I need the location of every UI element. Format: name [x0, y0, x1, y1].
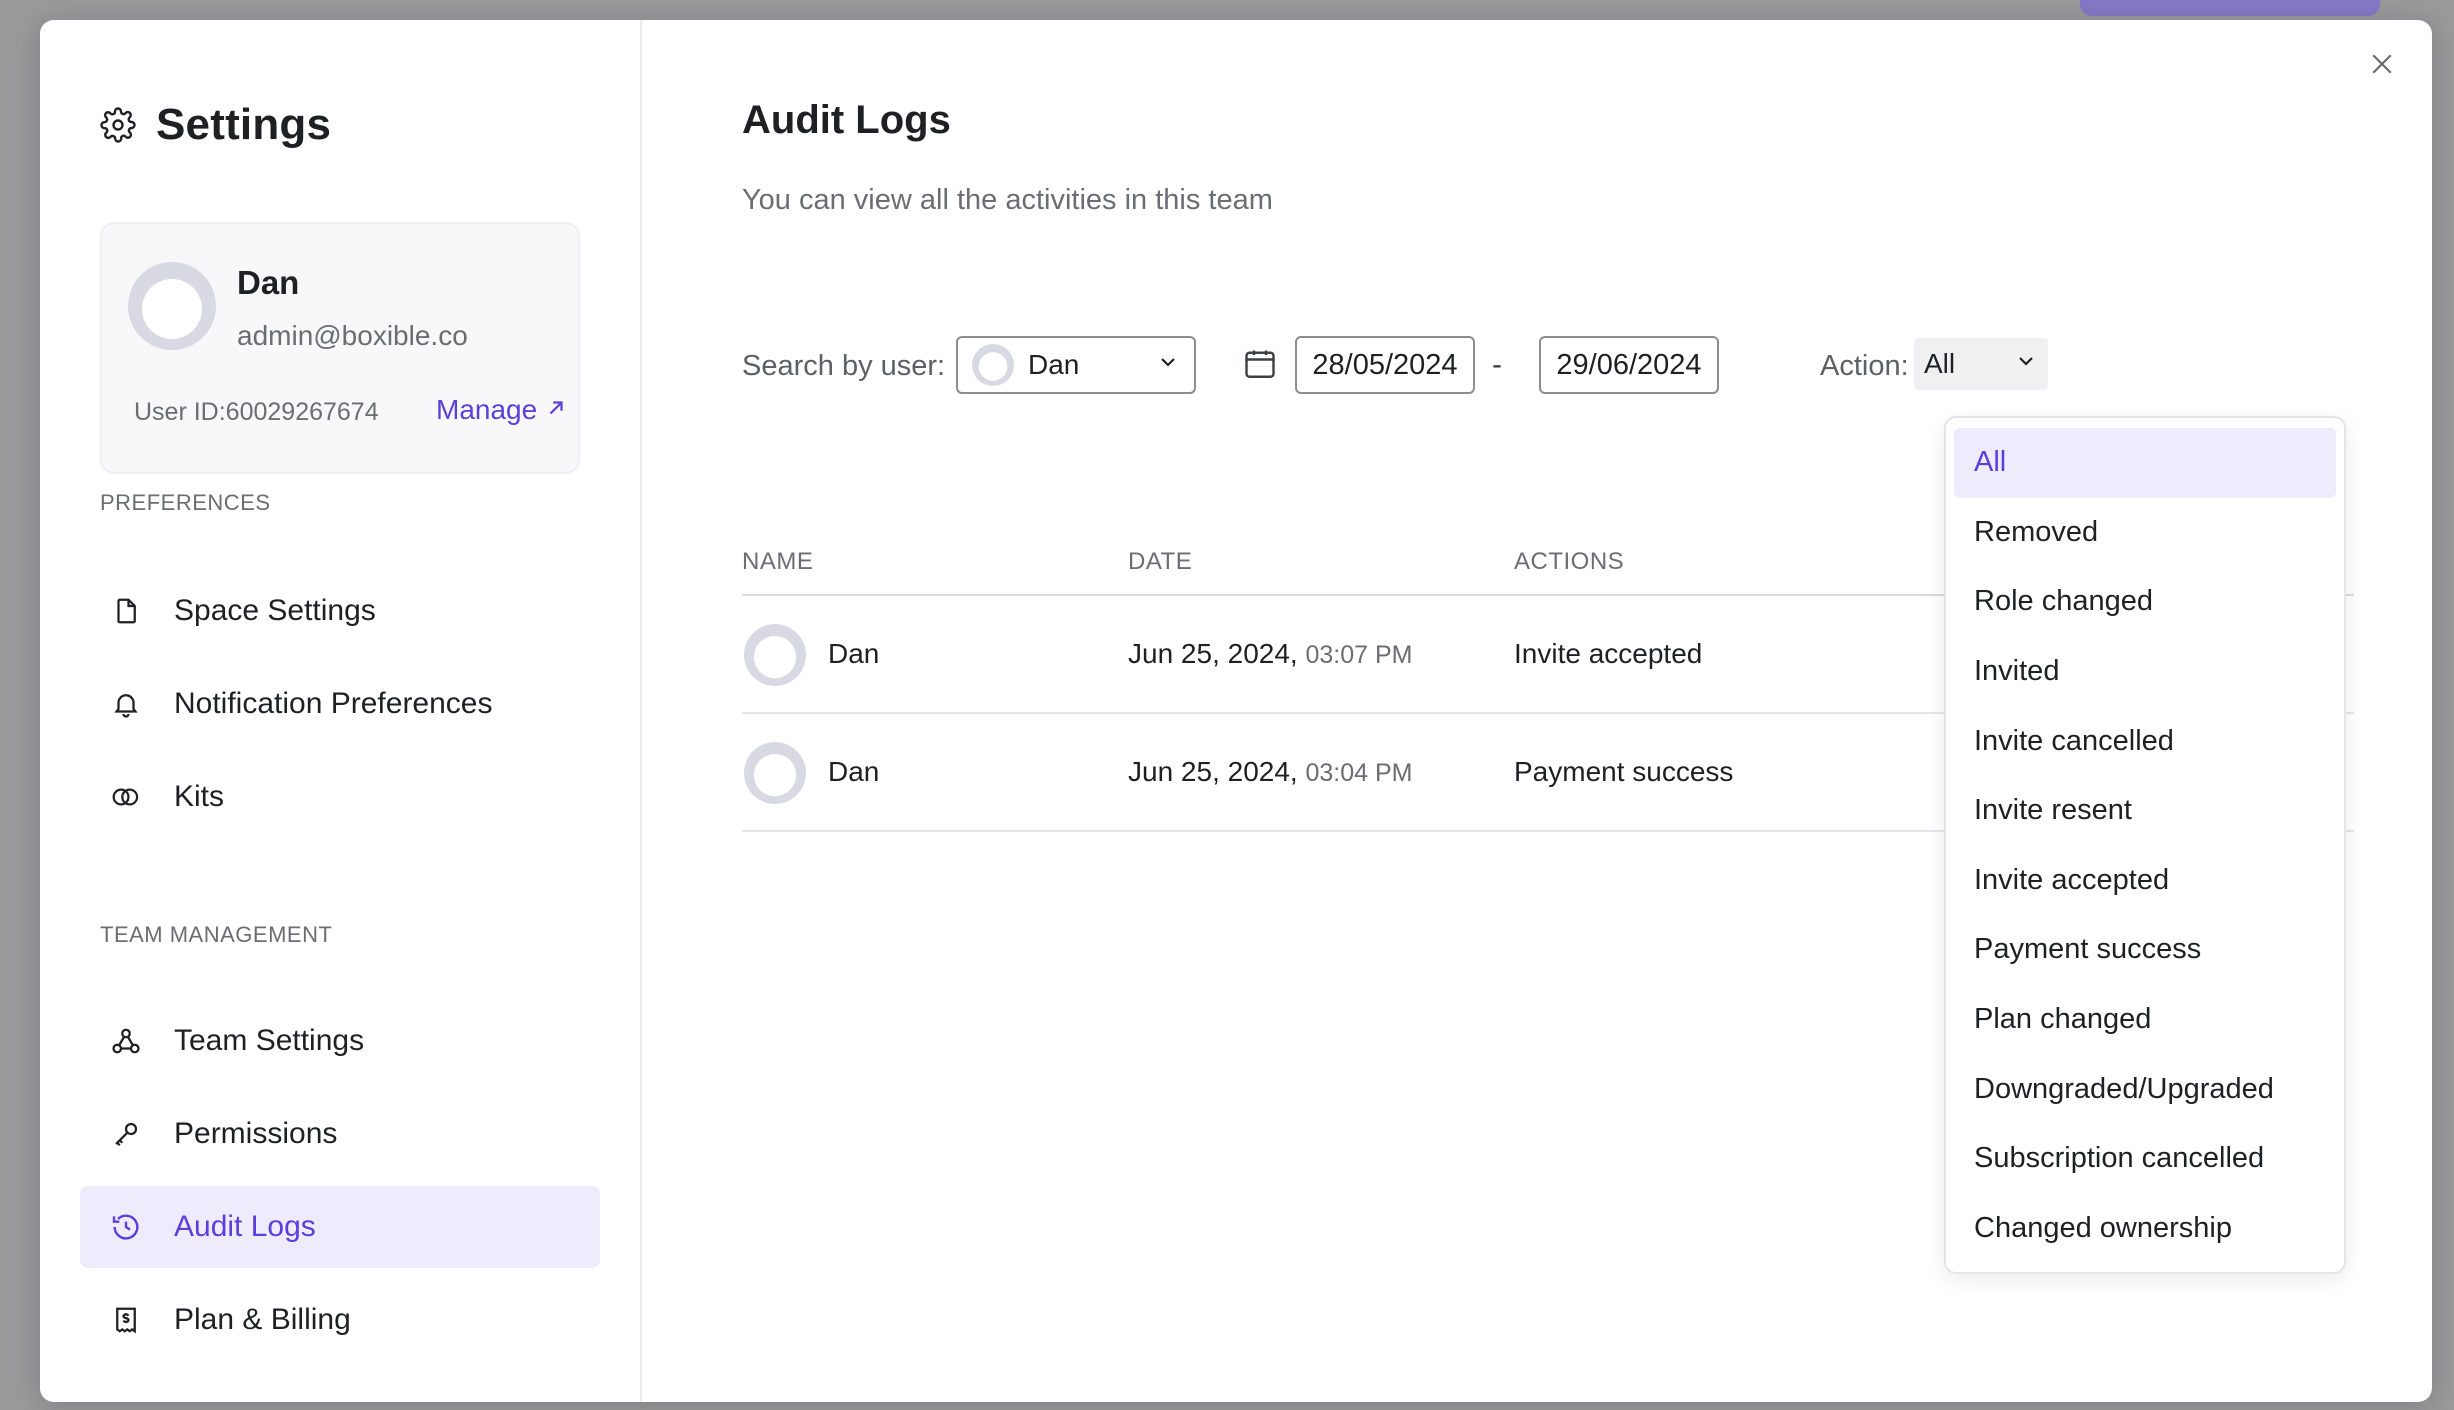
row-time-value: 03:07 PM [1305, 641, 1413, 669]
action-option-role-changed[interactable]: Role changed [1954, 567, 2336, 637]
action-option-invited[interactable]: Invited [1954, 637, 2336, 707]
sidebar-item-space-settings[interactable]: Space Settings [80, 570, 600, 652]
manage-link[interactable]: Manage [436, 394, 567, 426]
settings-modal: Settings Dan admin@boxible.co User ID:60… [40, 20, 2432, 1402]
profile-card: Dan admin@boxible.co User ID:60029267674… [100, 222, 580, 474]
selected-user-value: Dan [1028, 349, 1080, 380]
sidebar-item-label: Space Settings [174, 594, 376, 627]
close-icon [2367, 49, 2397, 84]
avatar [128, 262, 216, 350]
avatar [744, 624, 806, 686]
row-date-value: Jun 25, 2024, [1128, 756, 1298, 787]
sidebar-item-kits[interactable]: Kits [80, 756, 600, 838]
settings-header: Settings [98, 100, 331, 150]
sidebar-item-label: Notification Preferences [174, 687, 493, 720]
team-management-section-label: TEAM MANAGEMENT [100, 922, 333, 947]
action-filter-label: Action: [1820, 350, 1909, 382]
file-icon [108, 593, 144, 629]
action-option-invite-accepted[interactable]: Invite accepted [1954, 846, 2336, 916]
column-header-actions: ACTIONS [1514, 548, 1625, 575]
action-option-payment-success[interactable]: Payment success [1954, 915, 2336, 985]
key-icon [108, 1116, 144, 1152]
arrow-up-right-icon [545, 394, 567, 426]
manage-label: Manage [436, 394, 538, 425]
sidebar-item-label: Audit Logs [174, 1210, 316, 1243]
action-option-changed-ownership[interactable]: Changed ownership [1954, 1194, 2336, 1264]
chevron-down-icon [2014, 348, 2038, 380]
row-user-name: Dan [828, 756, 880, 787]
action-select[interactable]: All [1914, 338, 2048, 390]
action-option-all[interactable]: All [1954, 428, 2336, 498]
close-button[interactable] [2362, 46, 2402, 86]
action-option-invite-cancelled[interactable]: Invite cancelled [1954, 706, 2336, 776]
history-icon [108, 1209, 144, 1245]
user-select[interactable]: Dan [956, 336, 1196, 394]
sidebar-item-team-settings[interactable]: Team Settings [80, 1000, 600, 1082]
action-dropdown-menu: All Removed Role changed Invited Invite … [1944, 416, 2346, 1274]
sidebar-item-notification-preferences[interactable]: Notification Preferences [80, 663, 600, 745]
action-option-invite-resent[interactable]: Invite resent [1954, 776, 2336, 846]
column-header-date: DATE [1128, 548, 1193, 575]
sidebar-item-label: Plan & Billing [174, 1303, 351, 1336]
team-icon [108, 1023, 144, 1059]
action-select-value: All [1924, 348, 1956, 379]
sidebar-item-permissions[interactable]: Permissions [80, 1093, 600, 1175]
chevron-down-icon [1156, 349, 1180, 381]
backdrop-accent [2080, 0, 2380, 16]
row-action: Payment success [1514, 756, 1734, 787]
settings-sidebar: Settings Dan admin@boxible.co User ID:60… [40, 20, 642, 1402]
date-to-input[interactable]: 29/06/2024 [1539, 336, 1719, 394]
filters-bar: Search by user: Dan 28/05/2024 - 29/06/2… [742, 336, 2432, 394]
avatar [972, 344, 1014, 386]
column-header-name: NAME [742, 548, 814, 575]
action-option-subscription-cancelled[interactable]: Subscription cancelled [1954, 1124, 2336, 1194]
row-action: Invite accepted [1514, 638, 1703, 669]
page-subtitle: You can view all the activities in this … [742, 184, 1273, 216]
date-separator: - [1492, 348, 1502, 381]
sidebar-item-audit-logs[interactable]: Audit Logs [80, 1186, 600, 1268]
date-from-input[interactable]: 28/05/2024 [1295, 336, 1475, 394]
action-option-downgraded-upgraded[interactable]: Downgraded/Upgraded [1954, 1054, 2336, 1124]
bell-icon [108, 686, 144, 722]
row-user-name: Dan [828, 638, 880, 669]
avatar [744, 742, 806, 804]
profile-name: Dan [237, 264, 300, 301]
profile-user-id: User ID:60029267674 [134, 398, 379, 426]
row-time-value: 03:04 PM [1305, 759, 1413, 787]
calendar-icon[interactable] [1242, 346, 1280, 384]
kits-icon [108, 779, 144, 815]
preferences-section-label: PREFERENCES [100, 490, 271, 515]
row-date-value: Jun 25, 2024, [1128, 638, 1298, 669]
row-date: Jun 25, 2024, 03:07 PM [1128, 638, 1413, 670]
row-date: Jun 25, 2024, 03:04 PM [1128, 756, 1413, 788]
profile-email: admin@boxible.co [237, 320, 468, 351]
page-title: Audit Logs [742, 98, 951, 142]
action-option-plan-changed[interactable]: Plan changed [1954, 985, 2336, 1055]
sidebar-item-plan-billing[interactable]: Plan & Billing [80, 1279, 600, 1361]
billing-icon [108, 1302, 144, 1338]
action-option-removed[interactable]: Removed [1954, 498, 2336, 568]
search-by-user-label: Search by user: [742, 350, 946, 382]
sidebar-item-label: Kits [174, 780, 225, 813]
sidebar-item-label: Permissions [174, 1117, 338, 1150]
sidebar-item-label: Team Settings [174, 1024, 365, 1057]
settings-title: Settings [156, 100, 332, 149]
gear-icon [98, 105, 138, 145]
